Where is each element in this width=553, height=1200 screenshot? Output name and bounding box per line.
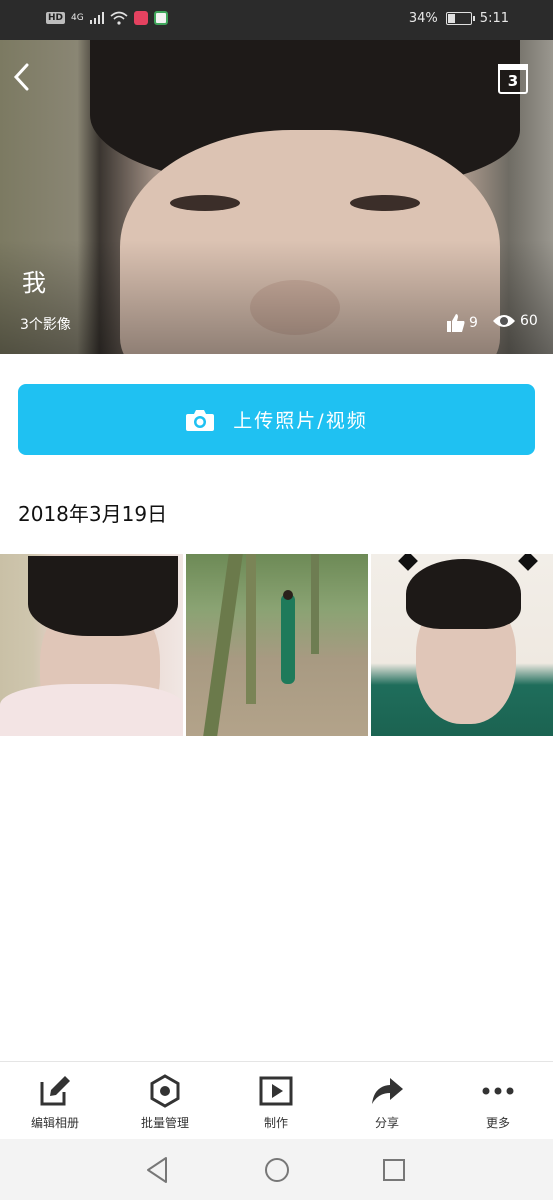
edit-album-button[interactable]: 编辑相册: [0, 1062, 110, 1140]
batch-manage-label: 批量管理: [140, 1116, 189, 1130]
back-button[interactable]: [10, 60, 36, 100]
battery-percent: 34%: [408, 11, 438, 26]
batch-manage-button[interactable]: 批量管理: [110, 1062, 220, 1140]
share-label: 分享: [374, 1116, 399, 1130]
battery-icon: [445, 12, 475, 25]
likes-counter[interactable]: 9: [446, 313, 478, 333]
likes-count: 9: [469, 315, 478, 331]
media-count: 3个影像: [20, 317, 71, 333]
photo-thumbnail[interactable]: [186, 554, 368, 736]
more-dots-icon: [482, 1087, 514, 1095]
bottom-toolbar: 编辑相册 批量管理 制作 分享 更多: [0, 1061, 553, 1140]
nav-recents-icon[interactable]: [377, 1153, 411, 1187]
network-type: 4G: [71, 13, 84, 23]
photo-thumbnail[interactable]: [0, 554, 183, 736]
video-play-icon: [259, 1076, 293, 1106]
album-cover-image: [0, 40, 553, 354]
edit-icon: [40, 1076, 70, 1106]
status-bar: HD 4G 34% 5:11: [0, 0, 553, 40]
photo-grid: [0, 554, 553, 736]
share-button[interactable]: 分享: [332, 1062, 442, 1140]
system-navigation-bar: [0, 1139, 553, 1200]
calendar-button[interactable]: 3: [498, 64, 528, 94]
album-owner: 我: [22, 269, 46, 297]
make-button[interactable]: 制作: [221, 1062, 331, 1140]
thumbs-up-icon: [447, 314, 465, 332]
nav-back-icon[interactable]: [140, 1153, 174, 1187]
upload-photo-video-button[interactable]: 上传照片/视频: [18, 384, 535, 455]
hd-badge: HD: [46, 12, 66, 24]
status-right: 34% 5:11: [409, 11, 509, 26]
hexagon-settings-icon: [150, 1074, 180, 1108]
eye-icon: [493, 315, 515, 327]
chevron-left-icon: [13, 63, 29, 91]
camera-icon: [186, 409, 215, 431]
app-notification-icon: [133, 11, 148, 25]
nav-home-icon[interactable]: [260, 1153, 294, 1187]
views-counter: 60: [492, 313, 538, 329]
more-button[interactable]: 更多: [443, 1062, 553, 1140]
views-count: 60: [520, 313, 538, 329]
calendar-icon: 3: [507, 72, 519, 90]
status-left: HD 4G: [46, 11, 168, 25]
upload-label: 上传照片/视频: [233, 410, 368, 432]
photo-thumbnail[interactable]: [371, 554, 553, 736]
browser-notification-icon: [153, 11, 168, 25]
signal-icon: [89, 12, 104, 24]
date-header: 2018年3月19日: [18, 502, 168, 526]
make-label: 制作: [263, 1116, 288, 1130]
share-arrow-icon: [372, 1078, 403, 1104]
wifi-icon: [110, 11, 128, 25]
more-label: 更多: [485, 1116, 510, 1130]
clock: 5:11: [479, 11, 509, 26]
edit-album-label: 编辑相册: [30, 1116, 79, 1130]
